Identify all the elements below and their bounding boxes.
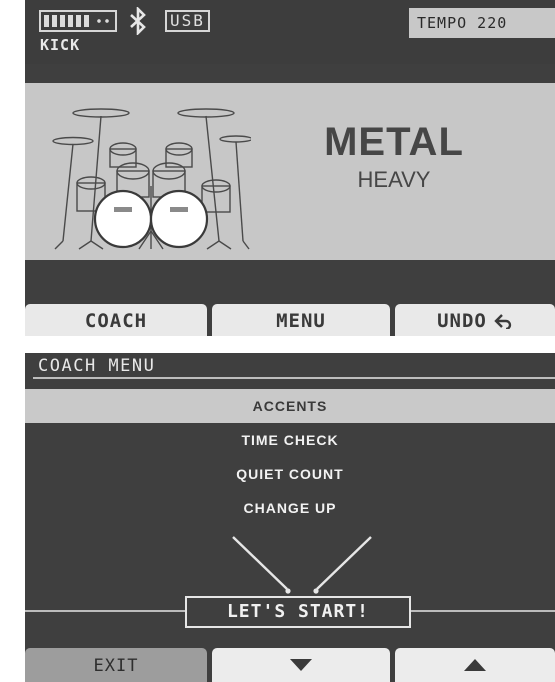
drum-kit-icon — [52, 108, 251, 250]
softkey-bar: COACH MENU UNDO — [25, 304, 555, 336]
menu-item-quiet-count[interactable]: QUIET COUNT — [25, 464, 555, 484]
instrument-label: KICK — [40, 36, 81, 54]
coach-menu-screen: COACH MENU ACCENTS TIME CHECK QUIET COUN… — [25, 353, 555, 682]
status-bar: USB KICK TEMPO 220 — [25, 0, 555, 64]
style-name: METAL — [324, 120, 464, 164]
down-arrow-icon — [290, 659, 312, 671]
page-title: COACH MENU — [38, 356, 156, 376]
kit-panel: METAL HEAVY — [25, 83, 555, 260]
down-button[interactable] — [212, 648, 390, 682]
menu-button[interactable]: MENU — [212, 304, 390, 336]
menu-item-label: ACCENTS — [252, 398, 328, 414]
menu-item-accents[interactable]: ACCENTS — [25, 389, 555, 423]
undo-arrow-icon — [494, 314, 512, 329]
up-arrow-icon — [464, 659, 486, 671]
bluetooth-icon — [130, 7, 146, 35]
variation-name: HEAVY — [357, 167, 431, 192]
undo-button-label: UNDO — [437, 310, 487, 332]
menu-button-label: MENU — [276, 310, 326, 332]
undo-button[interactable]: UNDO — [395, 304, 555, 336]
start-button[interactable]: LET'S START! — [185, 596, 411, 628]
exit-button[interactable]: EXIT — [25, 648, 207, 682]
title-underline — [33, 377, 555, 379]
menu-item-change-up[interactable]: CHANGE UP — [25, 498, 555, 518]
menu-item-label: CHANGE UP — [243, 500, 337, 516]
main-screen: USB KICK TEMPO 220 METAL HEAVY COACH MEN… — [25, 0, 555, 336]
menu-item-label: QUIET COUNT — [236, 466, 344, 482]
usb-indicator: USB — [165, 10, 210, 32]
tempo-display: TEMPO 220 — [409, 8, 555, 38]
menu-item-label: TIME CHECK — [241, 432, 339, 448]
menu-item-time-check[interactable]: TIME CHECK — [25, 430, 555, 450]
exit-button-label: EXIT — [93, 656, 139, 676]
coach-button-label: COACH — [84, 310, 148, 332]
up-button[interactable] — [395, 648, 555, 682]
battery-icon — [39, 10, 117, 32]
coach-button[interactable]: COACH — [25, 304, 207, 336]
